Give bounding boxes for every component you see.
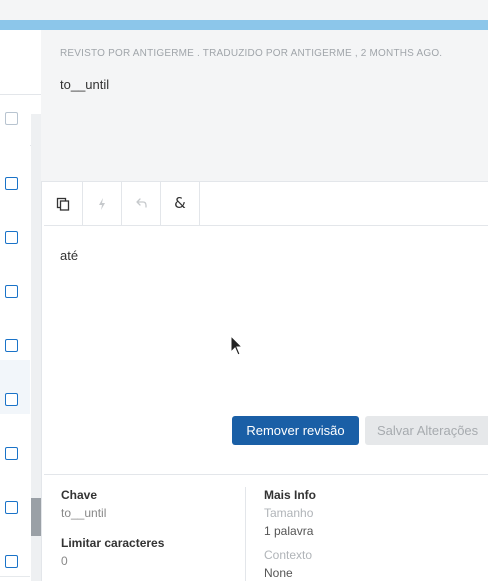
size-label: Tamanho	[264, 506, 314, 520]
key-value: to__until	[61, 506, 107, 520]
list-scrollbar-thumb[interactable]	[31, 498, 41, 536]
row-checkbox[interactable]	[5, 393, 18, 406]
string-row[interactable]	[0, 414, 30, 469]
string-row[interactable]	[0, 468, 30, 523]
undo-button[interactable]	[122, 182, 161, 225]
ampersand-icon: &	[174, 194, 186, 212]
editor-toolbar: &	[44, 182, 488, 226]
string-row[interactable]	[0, 252, 30, 307]
context-label: Contexto	[264, 548, 313, 562]
key-label: Chave	[61, 488, 98, 502]
string-row[interactable]	[0, 198, 30, 253]
row-checkbox[interactable]	[5, 501, 18, 514]
more-info-label: Mais Info	[264, 488, 317, 502]
char-limit-value: 0	[61, 554, 68, 568]
row-checkbox[interactable]	[5, 231, 18, 244]
string-row[interactable]	[0, 144, 30, 199]
source-string-panel: REVISTO POR ANTIGERME . TRADUZIDO POR AN…	[41, 30, 488, 182]
size-value: 1 palavra	[264, 524, 314, 538]
copy-icon	[56, 197, 70, 211]
mouse-cursor-icon	[230, 334, 244, 362]
machine-translate-button[interactable]	[83, 182, 122, 225]
string-row[interactable]	[0, 522, 30, 577]
copy-source-button[interactable]	[44, 182, 83, 225]
row-checkbox[interactable]	[5, 447, 18, 460]
top-bar	[0, 0, 488, 20]
undo-icon	[134, 197, 148, 210]
source-text: to__until	[60, 77, 110, 92]
insert-placeholder-button[interactable]: &	[161, 182, 200, 225]
row-checkbox[interactable]	[5, 285, 18, 298]
top-accent-stripe	[0, 20, 488, 30]
info-divider	[245, 487, 246, 581]
string-row[interactable]	[0, 306, 30, 361]
revision-meta: REVISTO POR ANTIGERME . TRADUZIDO POR AN…	[60, 48, 443, 59]
bolt-icon	[97, 197, 107, 211]
remove-review-button[interactable]: Remover revisão	[232, 416, 359, 445]
translation-text[interactable]: até	[60, 248, 78, 263]
row-checkbox[interactable]	[5, 555, 18, 568]
context-value: None	[264, 566, 293, 580]
select-all-checkbox[interactable]	[5, 112, 18, 125]
save-changes-button[interactable]: Salvar Alterações	[365, 416, 488, 445]
row-checkbox[interactable]	[5, 177, 18, 190]
row-checkbox[interactable]	[5, 339, 18, 352]
char-limit-label: Limitar caracteres	[61, 536, 165, 550]
string-row-selected[interactable]	[0, 360, 30, 415]
